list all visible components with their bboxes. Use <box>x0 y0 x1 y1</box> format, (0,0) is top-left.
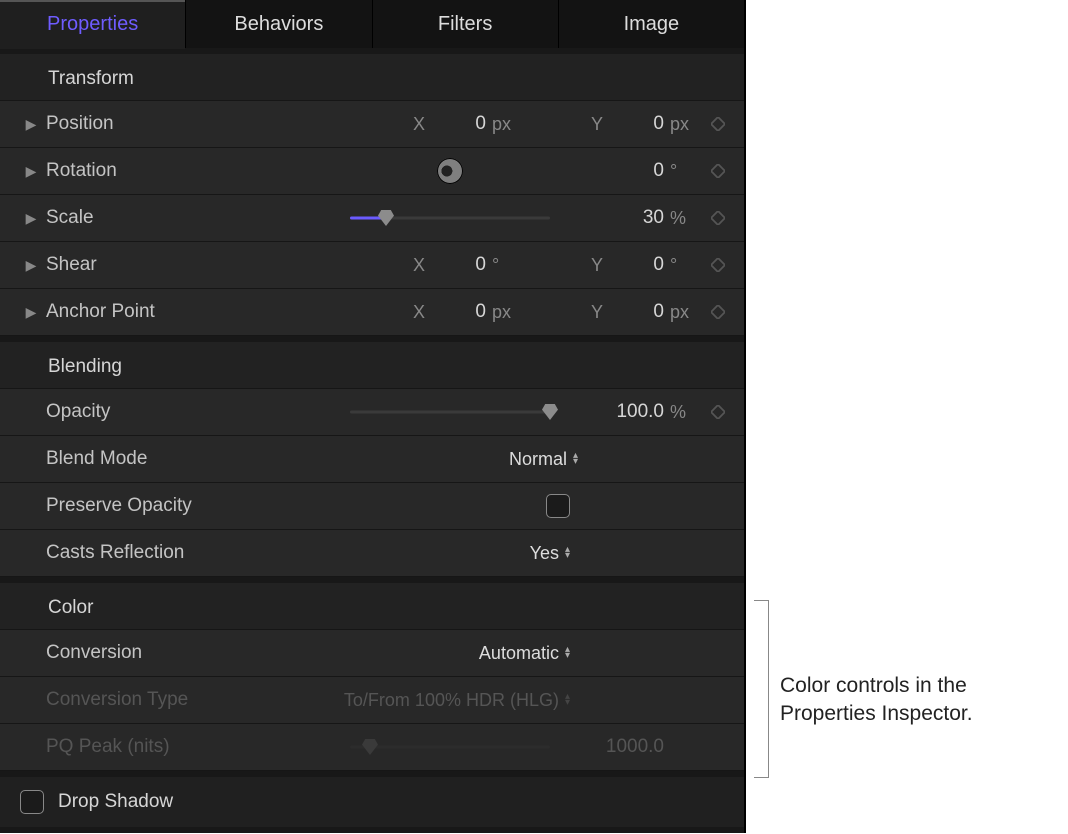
scale-label: Scale <box>46 207 226 229</box>
axis-y-label: Y <box>588 114 606 135</box>
callout-line1: Color controls in the <box>780 672 973 700</box>
rotation-dial[interactable] <box>437 158 463 184</box>
shear-label: Shear <box>46 254 226 276</box>
chevron-updown-icon: ▴▾ <box>565 694 570 706</box>
row-drop-shadow: Drop Shadow <box>0 771 744 833</box>
disclosure-triangle-icon[interactable]: ▶ <box>22 257 40 274</box>
disclosure-triangle-icon[interactable]: ▶ <box>22 210 40 227</box>
position-x-field[interactable]: X 0 px <box>350 113 520 135</box>
row-preserve-opacity: ▶ Preserve Opacity <box>0 483 744 530</box>
row-scale: ▶ Scale 30 % <box>0 195 744 242</box>
drop-shadow-label: Drop Shadow <box>58 791 173 813</box>
row-position: ▶ Position X 0 px Y 0 px <box>0 101 744 148</box>
casts-reflection-label: Casts Reflection <box>46 542 226 564</box>
pq-peak-label: PQ Peak (nits) <box>46 736 226 758</box>
conversion-popup[interactable]: Automatic ▴▾ <box>479 643 570 664</box>
chevron-updown-icon: ▴▾ <box>565 547 570 559</box>
axis-x-label: X <box>410 114 428 135</box>
drop-shadow-checkbox[interactable] <box>20 790 44 814</box>
opacity-value-field[interactable]: 100.0 % <box>558 401 698 423</box>
tab-behaviors[interactable]: Behaviors <box>186 0 372 48</box>
section-header-color: Color <box>0 577 744 630</box>
conversion-type-popup: To/From 100% HDR (HLG) ▴▾ <box>344 690 570 711</box>
anchor-x-field[interactable]: X 0 px <box>350 301 520 323</box>
conversion-type-label: Conversion Type <box>46 689 226 711</box>
keyframe-diamond-icon[interactable] <box>704 405 732 419</box>
section-header-transform: Transform <box>0 48 744 101</box>
axis-x-label: X <box>410 255 428 276</box>
conversion-label: Conversion <box>46 642 226 664</box>
rotation-value-field[interactable]: 0 ° <box>558 160 698 182</box>
keyframe-diamond-icon[interactable] <box>704 164 732 178</box>
section-header-blending: Blending <box>0 336 744 389</box>
preserve-opacity-checkbox[interactable] <box>546 494 570 518</box>
properties-inspector-panel: Properties Behaviors Filters Image Trans… <box>0 0 746 833</box>
chevron-updown-icon: ▴▾ <box>573 453 578 465</box>
pq-peak-slider <box>350 737 550 757</box>
disclosure-triangle-icon[interactable]: ▶ <box>22 116 40 133</box>
row-casts-reflection: ▶ Casts Reflection Yes ▴▾ <box>0 530 744 577</box>
anchor-y-field[interactable]: Y 0 px <box>528 301 698 323</box>
casts-reflection-popup[interactable]: Yes ▴▾ <box>530 543 570 564</box>
row-rotation: ▶ Rotation 0 ° <box>0 148 744 195</box>
scale-value-field[interactable]: 30 % <box>558 207 698 229</box>
tab-filters[interactable]: Filters <box>373 0 559 48</box>
disclosure-triangle-icon[interactable]: ▶ <box>22 163 40 180</box>
position-label: Position <box>46 113 226 135</box>
opacity-label: Opacity <box>46 401 226 423</box>
disclosure-triangle-icon[interactable]: ▶ <box>22 304 40 321</box>
inspector-tabs: Properties Behaviors Filters Image <box>0 0 744 48</box>
bracket-icon <box>754 600 769 778</box>
position-y-field[interactable]: Y 0 px <box>528 113 698 135</box>
anchor-point-label: Anchor Point <box>46 301 226 323</box>
opacity-slider[interactable] <box>350 402 550 422</box>
axis-x-label: X <box>410 302 428 323</box>
keyframe-diamond-icon[interactable] <box>704 258 732 272</box>
callout-line2: Properties Inspector. <box>780 700 973 728</box>
blend-mode-popup[interactable]: Normal ▴▾ <box>509 449 578 470</box>
row-conversion-type: ▶ Conversion Type To/From 100% HDR (HLG)… <box>0 677 744 724</box>
shear-y-field[interactable]: Y 0 ° <box>528 254 698 276</box>
row-conversion: ▶ Conversion Automatic ▴▾ <box>0 630 744 677</box>
row-blend-mode: ▶ Blend Mode Normal ▴▾ <box>0 436 744 483</box>
rotation-label: Rotation <box>46 160 226 182</box>
preserve-opacity-label: Preserve Opacity <box>46 495 226 517</box>
pq-peak-value: 1000.0 <box>606 736 664 758</box>
axis-y-label: Y <box>588 302 606 323</box>
row-anchor-point: ▶ Anchor Point X 0 px Y 0 px <box>0 289 744 336</box>
keyframe-diamond-icon[interactable] <box>704 305 732 319</box>
row-opacity: ▶ Opacity 100.0 % <box>0 389 744 436</box>
tab-image[interactable]: Image <box>559 0 744 48</box>
row-pq-peak: ▶ PQ Peak (nits) 1000.0 <box>0 724 744 771</box>
blend-mode-label: Blend Mode <box>46 448 226 470</box>
tab-properties[interactable]: Properties <box>0 0 186 48</box>
chevron-updown-icon: ▴▾ <box>565 647 570 659</box>
keyframe-diamond-icon[interactable] <box>704 211 732 225</box>
keyframe-diamond-icon[interactable] <box>704 117 732 131</box>
row-shear: ▶ Shear X 0 ° Y 0 ° <box>0 242 744 289</box>
scale-slider[interactable] <box>350 208 550 228</box>
shear-x-field[interactable]: X 0 ° <box>350 254 520 276</box>
axis-y-label: Y <box>588 255 606 276</box>
